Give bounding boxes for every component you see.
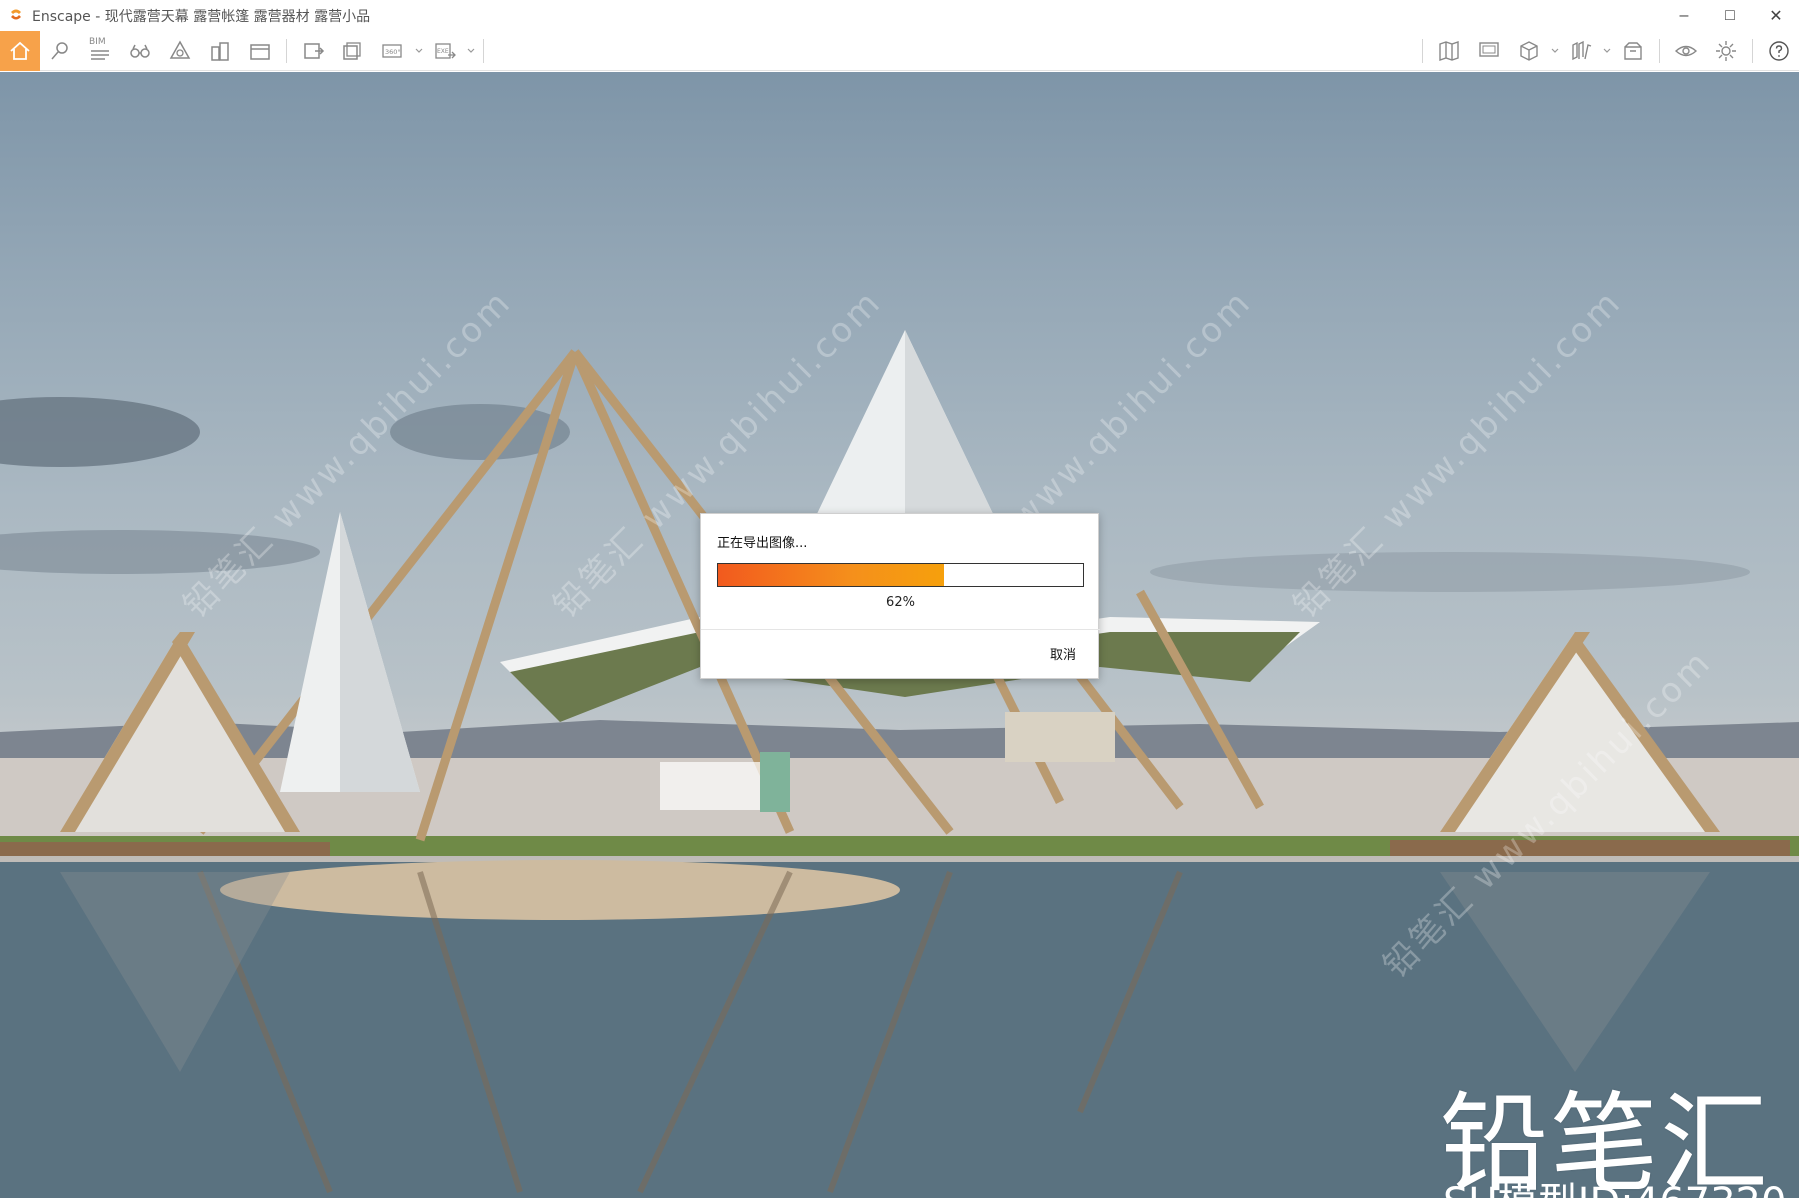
progress-percent: 62%	[886, 595, 915, 610]
cancel-button[interactable]: 取消	[1050, 644, 1076, 663]
binoculars-button[interactable]	[120, 31, 160, 71]
library-dropdown-caret[interactable]	[1601, 31, 1613, 71]
batch-export-icon	[343, 42, 361, 60]
toolbar-separator	[286, 39, 287, 63]
archive-button[interactable]	[240, 31, 280, 71]
bim-button[interactable]: BIM	[80, 31, 120, 71]
chevron-down-icon	[1551, 48, 1559, 53]
close-button[interactable]: ✕	[1753, 0, 1799, 31]
panorama-label: 360°	[385, 48, 401, 56]
maximize-button[interactable]: □	[1707, 0, 1753, 31]
title-bar: Enscape - 现代露营天幕 露营帐篷 露营器材 露营小品 – □ ✕	[0, 0, 1799, 31]
map-icon	[1439, 41, 1459, 61]
model-id-label: SU模型ID:467320	[1443, 1170, 1786, 1198]
pin-icon	[51, 42, 68, 60]
enscape-logo-icon	[6, 6, 26, 26]
monitor-button[interactable]	[1469, 31, 1509, 71]
toolbar-separator	[1659, 39, 1660, 63]
panorama-360-icon: 360°	[382, 44, 402, 58]
exe-label: EXE	[437, 48, 449, 55]
map-button[interactable]	[1429, 31, 1469, 71]
help-icon	[1769, 41, 1789, 61]
toolbar-separator	[1752, 39, 1753, 63]
gear-icon	[1716, 41, 1736, 61]
screenshot-export-button[interactable]	[293, 31, 333, 71]
toolbar-separator	[483, 39, 484, 63]
main-toolbar: BIM 360° EXE	[0, 31, 1799, 96]
toolbar-right-group	[1416, 31, 1799, 71]
screenshot-export-icon	[304, 43, 325, 59]
toolbar-left-group: BIM 360° EXE	[0, 31, 490, 71]
dialog-title: 正在导出图像...	[717, 536, 808, 551]
bim-label: BIM	[89, 37, 106, 47]
reset-view-icon	[169, 40, 191, 59]
material-package-icon	[1624, 42, 1642, 60]
window-title: Enscape - 现代露营天幕 露营帐篷 露营器材 露营小品	[32, 8, 371, 25]
buildings-icon	[211, 42, 229, 61]
toolbar-separator	[1422, 39, 1423, 63]
buildings-button[interactable]	[200, 31, 240, 71]
exe-dropdown-caret[interactable]	[465, 31, 477, 71]
cube-button[interactable]	[1509, 31, 1549, 71]
panorama-dropdown-caret[interactable]	[413, 31, 425, 71]
exe-export-button[interactable]: EXE	[425, 31, 465, 71]
settings-button[interactable]	[1706, 31, 1746, 71]
home-icon	[10, 41, 30, 60]
chevron-down-icon	[467, 48, 475, 53]
help-button[interactable]	[1759, 31, 1799, 71]
monitor-icon	[1479, 42, 1499, 57]
minimize-button[interactable]: –	[1661, 0, 1707, 31]
export-progress-dialog: 正在导出图像... 62% 取消	[700, 513, 1100, 679]
chevron-down-icon	[415, 48, 423, 53]
window-controls: – □ ✕	[1661, 0, 1799, 31]
view-pin-button[interactable]	[40, 31, 80, 71]
panorama-360-button[interactable]: 360°	[373, 31, 413, 71]
book-library-icon	[1572, 40, 1592, 61]
cube-dropdown-caret[interactable]	[1549, 31, 1561, 71]
asset-library-button[interactable]	[1561, 31, 1601, 71]
chevron-down-icon	[1603, 48, 1611, 53]
material-package-button[interactable]	[1613, 31, 1653, 71]
archive-icon	[250, 44, 270, 60]
exe-export-icon: EXE	[435, 43, 456, 59]
eye-icon	[1674, 45, 1698, 57]
export-progress-bar	[717, 563, 1084, 587]
reset-view-button[interactable]	[160, 31, 200, 71]
batch-export-button[interactable]	[333, 31, 373, 71]
dialog-divider	[701, 629, 1100, 630]
progress-bar-fill	[718, 564, 945, 586]
binoculars-icon	[130, 44, 150, 58]
cube-icon	[1520, 41, 1538, 61]
visual-settings-button[interactable]	[1666, 31, 1706, 71]
home-button[interactable]	[0, 31, 40, 71]
